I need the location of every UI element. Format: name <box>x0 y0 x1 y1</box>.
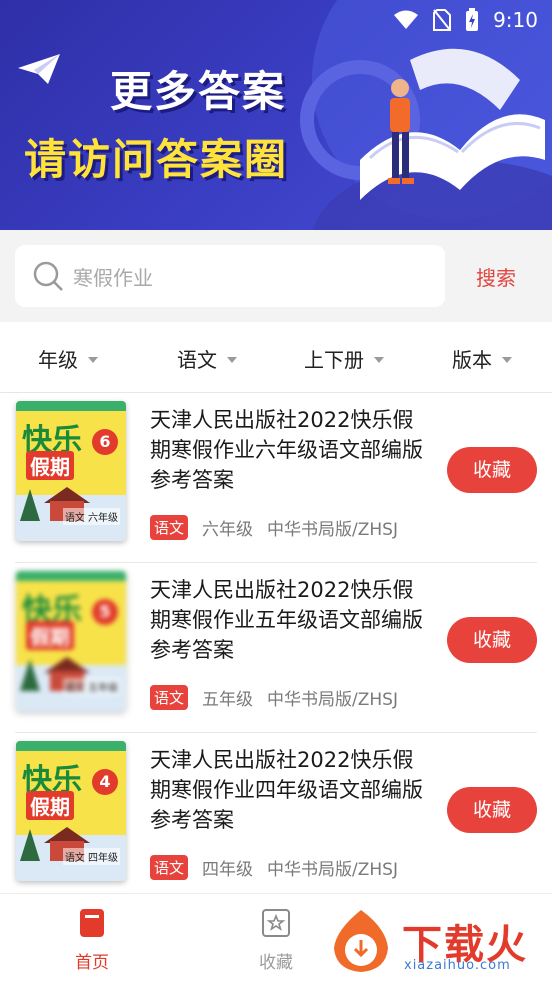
book-cover[interactable]: 快乐 假期 5 语文 五年级 <box>16 571 126 711</box>
filter-bar: 年级 语文 上下册 版本 <box>0 322 552 393</box>
publisher-text: 中华书局版/ZHSJ <box>267 690 398 710</box>
no-sim-icon <box>433 9 452 31</box>
filter-label: 年级 <box>38 348 78 372</box>
cover-band <box>16 401 126 411</box>
cover-brand2: 假期 <box>26 791 74 820</box>
book-cover[interactable]: 快乐 假期 4 语文 四年级 <box>16 741 126 881</box>
cover-band <box>16 741 126 751</box>
tree-icon <box>20 829 40 861</box>
item-meta: 语文 五年级 中华书局版/ZHSJ <box>150 685 398 710</box>
subject-tag: 语文 <box>150 855 189 880</box>
cover-number: 4 <box>92 769 118 795</box>
list-item[interactable]: 快乐 假期 6 语文 六年级 天津人民出版社2022快乐假期寒假作业六年级语文部… <box>0 393 552 563</box>
watermark-logo: 下载火 xiazaihuo.com <box>326 908 528 974</box>
filter-edition[interactable]: 版本 <box>452 344 512 373</box>
star-box-icon <box>262 909 290 937</box>
cover-number: 6 <box>92 429 118 455</box>
battery-charging-icon <box>466 8 479 31</box>
banner-subheadline: 请访问答案圈 <box>24 135 289 184</box>
caret-down-icon <box>502 356 512 363</box>
caret-down-icon <box>88 356 98 363</box>
subject-tag: 语文 <box>150 515 189 540</box>
nav-label: 首页 <box>75 953 109 973</box>
item-title[interactable]: 天津人民出版社2022快乐假期寒假作业六年级语文部编版参考答案 <box>150 405 430 495</box>
promo-banner[interactable]: 9:10 更多答案 请访问答案圈 <box>0 0 552 230</box>
filter-label: 上下册 <box>304 348 364 372</box>
nav-label: 收藏 <box>259 953 293 973</box>
grade-text: 五年级 <box>202 690 254 710</box>
search-placeholder: 寒假作业 <box>73 265 153 290</box>
cover-band <box>16 571 126 581</box>
grade-text: 六年级 <box>202 520 254 540</box>
favorite-button[interactable]: 收藏 <box>447 447 537 493</box>
caret-down-icon <box>374 356 384 363</box>
publisher-text: 中华书局版/ZHSJ <box>267 520 398 540</box>
tree-icon <box>20 489 40 521</box>
search-button[interactable]: 搜索 <box>476 262 516 291</box>
list-item[interactable]: 快乐 假期 5 语文 五年级 天津人民出版社2022快乐假期寒假作业五年级语文部… <box>0 563 552 733</box>
cover-subject: 语文 六年级 <box>62 508 120 525</box>
wifi-icon <box>394 10 419 29</box>
cover-subject: 语文 四年级 <box>62 848 120 865</box>
favorite-button[interactable]: 收藏 <box>447 617 537 663</box>
item-meta: 语文 六年级 中华书局版/ZHSJ <box>150 515 398 540</box>
caret-down-icon <box>227 356 237 363</box>
nav-home[interactable]: 首页 <box>52 908 132 973</box>
status-bar: 9:10 <box>393 6 538 34</box>
filter-label: 语文 <box>177 348 217 372</box>
item-meta: 语文 四年级 中华书局版/ZHSJ <box>150 855 398 880</box>
book-cover[interactable]: 快乐 假期 6 语文 六年级 <box>16 401 126 541</box>
filter-grade[interactable]: 年级 <box>38 344 98 373</box>
banner-headline: 更多答案 <box>110 67 287 116</box>
open-book-illustration <box>360 48 545 200</box>
flame-logo-icon <box>334 910 388 972</box>
search-bar: 寒假作业 搜索 <box>0 230 552 322</box>
nav-favorites[interactable]: 收藏 <box>236 908 316 973</box>
tree-icon <box>20 659 40 691</box>
subject-tag: 语文 <box>150 685 189 710</box>
cover-brand2: 假期 <box>26 451 74 480</box>
filter-volume[interactable]: 上下册 <box>304 344 384 373</box>
search-input[interactable]: 寒假作业 <box>15 245 445 307</box>
home-book-icon <box>80 909 104 937</box>
grade-text: 四年级 <box>202 860 254 880</box>
paper-plane-icon <box>18 54 60 84</box>
status-time: 9:10 <box>493 8 538 32</box>
item-title[interactable]: 天津人民出版社2022快乐假期寒假作业四年级语文部编版参考答案 <box>150 745 430 835</box>
watermark-url: xiazaihuo.com <box>404 958 511 973</box>
search-icon <box>33 261 63 291</box>
cover-subject: 语文 五年级 <box>62 678 120 695</box>
publisher-text: 中华书局版/ZHSJ <box>267 860 398 880</box>
cover-brand2: 假期 <box>26 621 74 650</box>
filter-subject[interactable]: 语文 <box>177 344 237 373</box>
filter-label: 版本 <box>452 348 492 372</box>
item-title[interactable]: 天津人民出版社2022快乐假期寒假作业五年级语文部编版参考答案 <box>150 575 430 665</box>
cover-number: 5 <box>92 599 118 625</box>
favorite-button[interactable]: 收藏 <box>447 787 537 833</box>
list-item[interactable]: 快乐 假期 4 语文 四年级 天津人民出版社2022快乐假期寒假作业四年级语文部… <box>0 733 552 903</box>
